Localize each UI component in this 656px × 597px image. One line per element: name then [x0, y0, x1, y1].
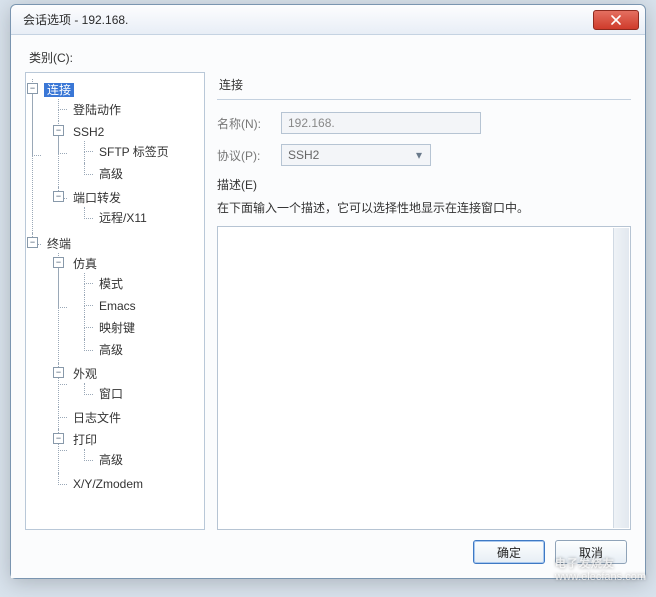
tree-node-modes[interactable]: 模式 [96, 277, 126, 291]
row-name: 名称(N): [217, 112, 631, 134]
protocol-combobox[interactable]: SSH2 ▾ [281, 144, 431, 166]
tree-node-sftp-tab[interactable]: SFTP 标签页 [96, 145, 172, 159]
close-button[interactable] [593, 10, 639, 30]
ok-button[interactable]: 确定 [473, 540, 545, 564]
tree-node-emulation[interactable]: 仿真 [70, 257, 100, 271]
tree-node-xyzmodem[interactable]: X/Y/Zmodem [70, 477, 146, 491]
dialog-window: 会话选项 - 192.168. 类别(C): − 连接 登陆动作 − SSH2 [10, 4, 646, 579]
panel-title: 连接 [217, 72, 631, 100]
expander-icon[interactable]: − [27, 237, 38, 248]
close-icon [611, 15, 621, 25]
tree-node-logfile[interactable]: 日志文件 [70, 411, 124, 425]
cancel-button[interactable]: 取消 [555, 540, 627, 564]
tree-node-login-actions[interactable]: 登陆动作 [70, 103, 124, 117]
category-tree[interactable]: − 连接 登陆动作 − SSH2 SFTP 标签页 高级 [25, 72, 205, 530]
name-label: 名称(N): [217, 115, 281, 132]
tree-node-print-advanced[interactable]: 高级 [96, 453, 126, 467]
tree-node-ssh2[interactable]: SSH2 [70, 125, 107, 139]
tree-node-port-forward[interactable]: 端口转发 [70, 191, 124, 205]
tree-node-appearance[interactable]: 外观 [70, 367, 100, 381]
main-row: − 连接 登陆动作 − SSH2 SFTP 标签页 高级 [25, 72, 631, 530]
description-textarea[interactable] [217, 226, 631, 530]
expander-icon[interactable]: − [27, 83, 38, 94]
tree-node-terminal[interactable]: 终端 [44, 237, 74, 251]
settings-panel: 连接 名称(N): 协议(P): SSH2 ▾ 描述(E) 在下面输入一个描述，… [217, 72, 631, 530]
expander-icon[interactable]: − [53, 257, 64, 268]
protocol-label: 协议(P): [217, 147, 281, 164]
description-label: 描述(E) [217, 176, 631, 193]
tree-node-window[interactable]: 窗口 [96, 387, 126, 401]
name-input[interactable] [281, 112, 481, 134]
description-wrap [217, 226, 631, 530]
row-protocol: 协议(P): SSH2 ▾ [217, 144, 631, 166]
tree-node-print[interactable]: 打印 [70, 433, 100, 447]
tree-node-remote-x11[interactable]: 远程/X11 [96, 211, 150, 225]
category-label: 类别(C): [29, 49, 631, 66]
expander-icon[interactable]: − [53, 191, 64, 202]
dialog-buttons: 确定 取消 [25, 530, 631, 568]
vertical-scrollbar[interactable] [613, 228, 629, 528]
tree-node-emu-advanced[interactable]: 高级 [96, 343, 126, 357]
tree-node-ssh2-advanced[interactable]: 高级 [96, 167, 126, 181]
expander-icon[interactable]: − [53, 125, 64, 136]
dialog-body: 类别(C): − 连接 登陆动作 − SSH2 SFTP 标签页 [11, 35, 645, 578]
chevron-down-icon: ▾ [412, 148, 426, 162]
tree-node-mapkeys[interactable]: 映射键 [96, 321, 138, 335]
protocol-value: SSH2 [288, 148, 412, 162]
expander-icon[interactable]: − [53, 367, 64, 378]
description-hint: 在下面输入一个描述，它可以选择性地显示在连接窗口中。 [217, 199, 631, 216]
titlebar: 会话选项 - 192.168. [11, 5, 645, 35]
tree-node-emacs[interactable]: Emacs [96, 299, 139, 313]
expander-icon[interactable]: − [53, 433, 64, 444]
tree-node-connection[interactable]: 连接 [44, 83, 74, 97]
window-title: 会话选项 - 192.168. [23, 11, 593, 28]
